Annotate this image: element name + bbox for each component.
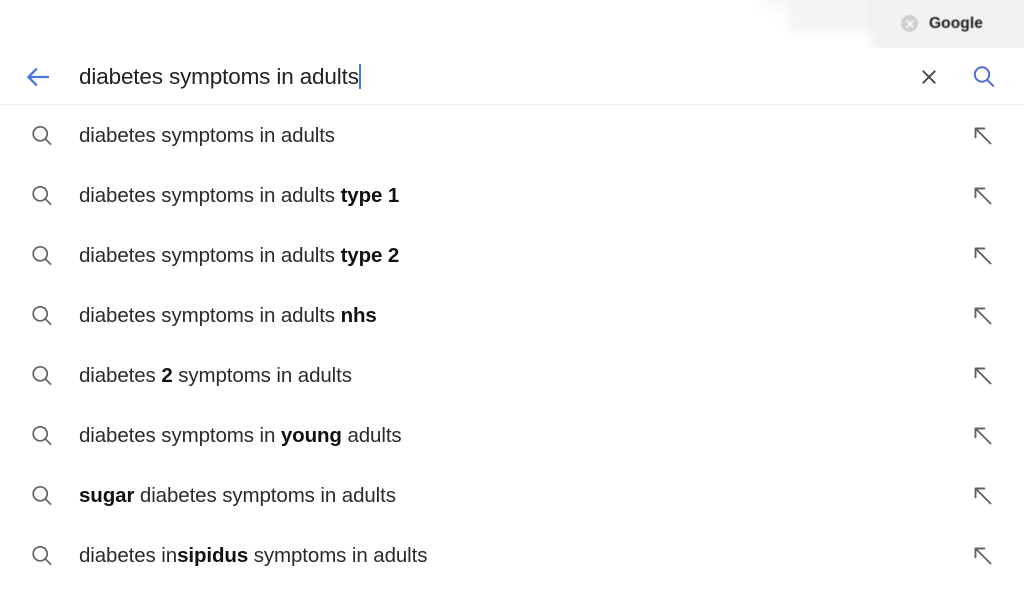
- suggestion-row[interactable]: diabetes symptoms in young adults: [0, 406, 1024, 466]
- fill-query-button[interactable]: [970, 543, 996, 569]
- suggestion-text: sugar diabetes symptoms in adults: [79, 484, 396, 507]
- search-bar: diabetes symptoms in adults: [0, 48, 1024, 105]
- suggestion-row[interactable]: diabetes insipidus symptoms in adults: [0, 526, 1024, 586]
- search-icon: [32, 245, 52, 266]
- suggestion-text: diabetes symptoms in adults type 1: [79, 184, 400, 207]
- fill-query-button[interactable]: [970, 123, 996, 149]
- suggestion-search-icon: [28, 302, 56, 330]
- fill-query-button[interactable]: [970, 423, 996, 449]
- fill-query-button[interactable]: [970, 183, 996, 209]
- suggestion-row[interactable]: diabetes symptoms in adults: [0, 106, 1024, 166]
- suggestion-text: diabetes insipidus symptoms in adults: [79, 544, 428, 567]
- arrow-up-left-icon: [974, 367, 992, 385]
- suggestion-bold-part: sipidus: [177, 544, 249, 567]
- suggestion-list: diabetes symptoms in adults diabetes symp…: [0, 106, 1024, 586]
- close-icon: [922, 70, 936, 84]
- suggestion-search-icon: [28, 542, 56, 570]
- search-icon: [973, 66, 995, 87]
- suggestion-search-icon: [28, 122, 56, 150]
- suggestion-search-icon: [28, 482, 56, 510]
- search-submit-button[interactable]: [970, 63, 998, 91]
- arrow-up-left-icon: [974, 127, 992, 145]
- broken-favicon-icon: [901, 15, 918, 32]
- search-input-value: diabetes symptoms in adults: [79, 64, 359, 89]
- suggestion-bold-part: young: [280, 424, 342, 447]
- suggestion-row[interactable]: diabetes symptoms in adults nhs: [0, 286, 1024, 346]
- fill-query-button[interactable]: [970, 243, 996, 269]
- search-icon: [32, 545, 52, 566]
- suggestion-bold-part: sugar: [79, 484, 135, 507]
- suggestion-text: diabetes symptoms in adults nhs: [79, 304, 377, 327]
- fill-query-button[interactable]: [970, 303, 996, 329]
- suggestion-bold-part: nhs: [340, 304, 377, 327]
- search-icon: [32, 485, 52, 506]
- back-arrow-icon: [27, 68, 50, 86]
- suggestion-text: diabetes 2 symptoms in adults: [79, 364, 352, 387]
- arrow-up-left-icon: [974, 247, 992, 265]
- arrow-up-left-icon: [974, 487, 992, 505]
- clear-search-button[interactable]: [916, 64, 942, 90]
- arrow-up-left-icon: [974, 307, 992, 325]
- suggestion-row[interactable]: diabetes symptoms in adults type 1: [0, 166, 1024, 226]
- suggestion-row[interactable]: diabetes 2 symptoms in adults: [0, 346, 1024, 406]
- arrow-up-left-icon: [974, 427, 992, 445]
- suggestion-text: diabetes symptoms in adults type 2: [79, 244, 400, 267]
- fill-query-button[interactable]: [970, 483, 996, 509]
- suggestion-text: diabetes symptoms in young adults: [79, 424, 402, 447]
- suggestion-bold-part: type 1: [340, 184, 400, 207]
- suggestion-search-icon: [28, 242, 56, 270]
- browser-tab-title: Google: [929, 14, 983, 32]
- suggestion-text: diabetes symptoms in adults: [79, 124, 335, 147]
- suggestion-search-icon: [28, 422, 56, 450]
- browser-tab-strip: Google: [0, 0, 1024, 48]
- search-bar-divider: [0, 104, 1024, 105]
- back-button[interactable]: [22, 64, 54, 90]
- arrow-up-left-icon: [974, 547, 992, 565]
- search-icon: [32, 125, 52, 146]
- suggestion-row[interactable]: sugar diabetes symptoms in adults: [0, 466, 1024, 526]
- suggestion-bold-part: type 2: [340, 244, 400, 267]
- suggestion-bold-part: 2: [161, 364, 173, 387]
- fill-query-button[interactable]: [970, 363, 996, 389]
- search-icon: [32, 185, 52, 206]
- suggestion-search-icon: [28, 362, 56, 390]
- text-caret: [358, 64, 361, 89]
- suggestion-search-icon: [28, 182, 56, 210]
- search-icon: [32, 305, 52, 326]
- search-icon: [32, 425, 52, 446]
- suggestion-row[interactable]: diabetes symptoms in adults type 2: [0, 226, 1024, 286]
- search-icon: [32, 365, 52, 386]
- search-input[interactable]: diabetes symptoms in adults: [79, 63, 361, 91]
- search-suggestions-page: Google diabetes symptoms in adults diabe…: [0, 0, 1024, 597]
- arrow-up-left-icon: [974, 187, 992, 205]
- browser-tab-google[interactable]: Google: [877, 0, 1024, 47]
